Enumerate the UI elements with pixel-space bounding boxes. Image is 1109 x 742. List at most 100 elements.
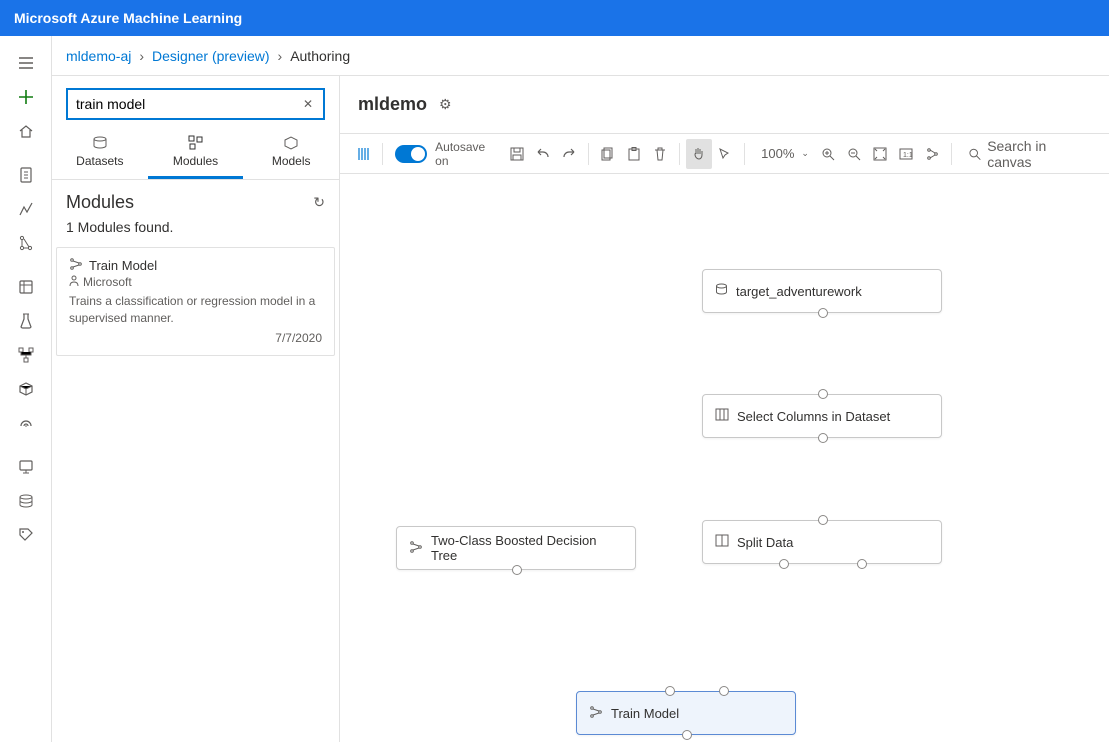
tab-datasets[interactable]: Datasets	[52, 134, 148, 179]
pan-icon[interactable]	[686, 139, 712, 169]
tab-modules-label: Modules	[173, 154, 218, 168]
port-in[interactable]	[818, 515, 828, 525]
datastores-icon[interactable]	[8, 484, 44, 518]
search-input[interactable]	[76, 96, 299, 112]
tab-modules[interactable]: Modules	[148, 134, 244, 179]
pipelines-icon[interactable]	[8, 338, 44, 372]
autolayout-icon[interactable]	[919, 139, 945, 169]
train-model-icon	[589, 706, 603, 721]
port-out-2[interactable]	[857, 559, 867, 569]
node-twoclass-boosted-tree[interactable]: Two-Class Boosted Decision Tree	[396, 526, 636, 570]
modules-header: Modules ↻	[52, 180, 339, 217]
canvas[interactable]: target_adventurework Select Columns in D…	[340, 174, 1109, 742]
home-icon[interactable]	[8, 114, 44, 148]
port-in[interactable]	[818, 389, 828, 399]
search-box[interactable]: ✕	[66, 88, 325, 120]
clear-icon[interactable]: ✕	[299, 97, 317, 111]
search-wrap: ✕	[52, 76, 339, 128]
automl-icon[interactable]	[8, 192, 44, 226]
chevron-down-icon: ⌄	[801, 148, 809, 159]
layer-icon[interactable]	[350, 139, 376, 169]
node-train-model[interactable]: Train Model	[576, 691, 796, 735]
port-in-2[interactable]	[719, 686, 729, 696]
save-icon[interactable]	[504, 139, 530, 169]
redo-icon[interactable]	[556, 139, 582, 169]
content-col: mldemo-aj › Designer (preview) › Authori…	[52, 36, 1109, 742]
gear-icon[interactable]: ⚙	[439, 96, 452, 113]
undo-icon[interactable]	[530, 139, 556, 169]
module-card-desc: Trains a classification or regression mo…	[69, 293, 322, 327]
port-out[interactable]	[682, 730, 692, 740]
chevron-right-icon: ›	[139, 48, 144, 64]
body-split: ✕ Datasets Modules	[52, 76, 1109, 742]
modules-count: 1 Modules found.	[52, 217, 339, 245]
node-label: Two-Class Boosted Decision Tree	[431, 533, 623, 563]
copy-icon[interactable]	[595, 139, 621, 169]
asset-tabs: Datasets Modules Models	[52, 128, 339, 180]
notebooks-icon[interactable]	[8, 158, 44, 192]
port-out[interactable]	[818, 308, 828, 318]
port-in-1[interactable]	[665, 686, 675, 696]
split-icon	[715, 534, 729, 550]
module-card-author-text: Microsoft	[83, 275, 132, 289]
menu-icon[interactable]	[8, 46, 44, 80]
main-area: mldemo-aj › Designer (preview) › Authori…	[0, 36, 1109, 742]
module-card-train-model[interactable]: Train Model Microsoft Trains a classific…	[56, 247, 335, 356]
breadcrumb: mldemo-aj › Designer (preview) › Authori…	[52, 36, 1109, 76]
zoom-level-dropdown[interactable]: 100% ⌄	[751, 139, 815, 169]
model-icon	[409, 541, 423, 556]
module-card-title: Train Model	[69, 258, 322, 273]
autosave-label: Autosave on	[435, 140, 498, 168]
autosave-toggle[interactable]: Autosave on	[389, 139, 504, 169]
node-label: target_adventurework	[736, 284, 862, 299]
connectors	[340, 174, 640, 324]
fit-icon[interactable]	[867, 139, 893, 169]
zoom-in-icon[interactable]	[815, 139, 841, 169]
canvas-toolbar: Autosave on 100% ⌄	[340, 134, 1109, 174]
train-model-icon	[69, 258, 83, 273]
designer-icon[interactable]	[8, 226, 44, 260]
port-out[interactable]	[818, 433, 828, 443]
search-canvas[interactable]: Search in canvas	[958, 138, 1099, 170]
modules-heading: Modules	[66, 192, 134, 213]
port-out-1[interactable]	[779, 559, 789, 569]
chevron-right-icon: ›	[278, 48, 283, 64]
experiments-icon[interactable]	[8, 304, 44, 338]
refresh-icon[interactable]: ↻	[313, 194, 325, 211]
person-icon	[69, 275, 79, 289]
asset-panel: ✕ Datasets Modules	[52, 76, 340, 742]
modules-tab-icon	[148, 134, 244, 152]
toggle-on-icon[interactable]	[395, 145, 427, 163]
app-title: Microsoft Azure Machine Learning	[14, 10, 242, 26]
node-label: Train Model	[611, 706, 679, 721]
labeling-icon[interactable]	[8, 518, 44, 552]
module-card-author: Microsoft	[69, 275, 322, 289]
datasets-icon[interactable]	[8, 270, 44, 304]
models-tab-icon	[243, 134, 339, 152]
endpoints-icon[interactable]	[8, 406, 44, 440]
app-header-bar: Microsoft Azure Machine Learning	[0, 0, 1109, 36]
plus-icon[interactable]	[8, 80, 44, 114]
canvas-area: mldemo ⚙ Autosave on	[340, 76, 1109, 742]
zoom-out-icon[interactable]	[841, 139, 867, 169]
nav-rail	[0, 36, 52, 742]
breadcrumb-workspace[interactable]: mldemo-aj	[66, 48, 131, 64]
select-icon[interactable]	[712, 139, 738, 169]
tab-datasets-label: Datasets	[76, 154, 123, 168]
models-icon[interactable]	[8, 372, 44, 406]
pipeline-name: mldemo	[358, 94, 427, 115]
breadcrumb-current: Authoring	[290, 48, 350, 64]
actual-size-icon[interactable]: 1:1	[893, 139, 919, 169]
node-select-columns[interactable]: Select Columns in Dataset	[702, 394, 942, 438]
port-out[interactable]	[512, 565, 522, 575]
datasets-tab-icon	[52, 134, 148, 152]
breadcrumb-designer[interactable]: Designer (preview)	[152, 48, 269, 64]
node-target-adventurework[interactable]: target_adventurework	[702, 269, 942, 313]
compute-icon[interactable]	[8, 450, 44, 484]
pipeline-header: mldemo ⚙	[340, 76, 1109, 134]
delete-icon[interactable]	[647, 139, 673, 169]
zoom-text: 100%	[757, 146, 798, 161]
paste-icon[interactable]	[621, 139, 647, 169]
node-split-data[interactable]: Split Data	[702, 520, 942, 564]
tab-models[interactable]: Models	[243, 134, 339, 179]
